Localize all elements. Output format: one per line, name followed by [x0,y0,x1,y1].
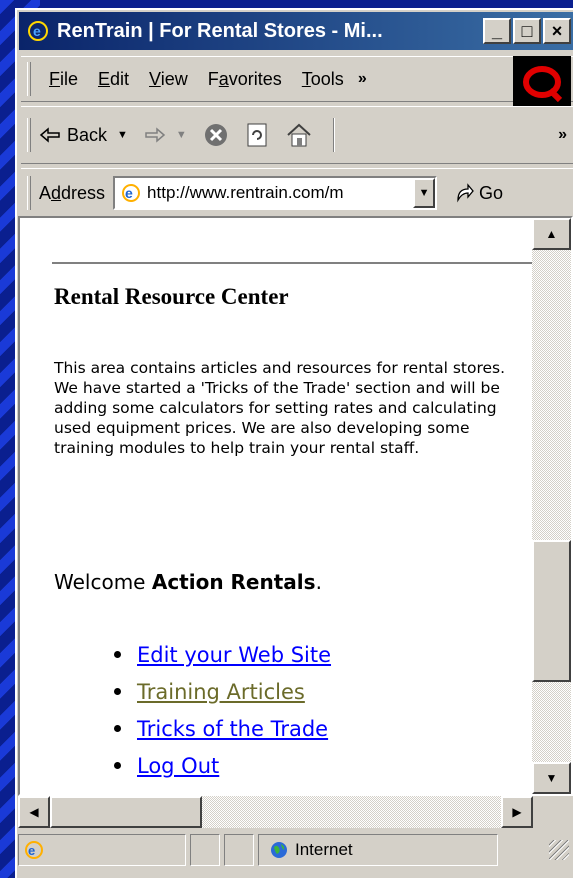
status-zone-cell: Internet [258,834,498,866]
arrow-down-icon: ▼ [545,771,558,785]
svg-text:e: e [33,23,41,39]
refresh-icon [247,123,267,147]
vertical-scrollbar[interactable]: ▲ ▼ [532,218,571,794]
internet-globe-icon [271,842,287,858]
svg-text:e: e [28,843,35,858]
store-name: Action Rentals [151,570,316,594]
welcome-message: Welcome Action Rentals. [54,570,322,594]
menu-bar: File Edit View Favorites Tools » [21,56,573,102]
go-arrow-icon [457,183,474,203]
edit-website-link[interactable]: Edit your Web Site [137,643,331,667]
page-title: Rental Resource Center [54,284,289,309]
menu-view[interactable]: View [139,69,198,90]
status-secure-cell [224,834,254,866]
list-item: Tricks of the Trade [114,710,331,747]
menu-file[interactable]: File [39,69,88,90]
close-button[interactable]: × [543,18,571,44]
minimize-button[interactable]: _ [483,18,511,44]
home-icon [287,123,311,147]
bullet-icon [114,651,121,658]
address-dropdown-icon[interactable]: ▼ [413,178,436,208]
list-item: Training Articles [114,673,331,710]
addressbar-grip[interactable] [27,176,31,210]
menu-favorites[interactable]: Favorites [198,69,292,90]
scroll-up-button[interactable]: ▲ [532,218,571,250]
forward-button[interactable]: ▼ [144,127,187,143]
menubar-grip[interactable] [27,62,31,96]
nav-link-list: Edit your Web Site Training Articles Tri… [114,636,331,784]
menu-overflow-chevron-icon[interactable]: » [358,70,367,88]
page-status-ie-icon: e [25,841,43,859]
svg-text:e: e [125,185,133,201]
back-arrow-icon [39,127,60,143]
go-button[interactable]: Go [455,183,503,204]
address-bar: Address e http://www.rentrain.com/m ▼ Go [21,168,573,218]
maximize-icon: □ [521,21,533,41]
standard-toolbar: Back ▼ ▼ » [21,106,573,164]
status-progress-cell [190,834,220,866]
ie-logo-icon: e [25,18,51,44]
horizontal-rule [52,262,532,264]
training-articles-link[interactable]: Training Articles [137,680,305,704]
minimize-icon: _ [491,21,502,41]
page-ie-icon: e [119,181,144,205]
forward-arrow-icon [145,127,166,143]
arrow-left-icon: ◀ [29,805,39,819]
web-page: Rental Resource Center This area contain… [20,218,532,794]
status-text-cell: e [18,834,186,866]
status-bar: e Internet [18,830,573,870]
vertical-scroll-thumb[interactable] [532,540,571,682]
horizontal-scrollbar[interactable]: ◀ ▶ [18,796,533,828]
address-field[interactable]: e http://www.rentrain.com/m ▼ [113,176,438,210]
content-viewport: Rental Resource Center This area contain… [18,216,573,796]
brand-logo-icon [513,56,571,108]
list-item: Log Out [114,747,331,784]
back-button[interactable]: Back ▼ [39,125,128,146]
menu-edit[interactable]: Edit [88,69,139,90]
maximize-button[interactable]: □ [513,18,541,44]
toolbar-overflow-chevron-icon[interactable]: » [558,126,567,144]
stop-icon [204,124,227,146]
window-title: RenTrain | For Rental Stores - Mi... [57,19,383,42]
arrow-right-icon: ▶ [512,805,522,819]
security-zone-label: Internet [295,840,353,859]
stop-button[interactable] [203,122,229,148]
horizontal-scroll-thumb[interactable] [50,796,202,828]
toolbar-separator [332,118,335,152]
resize-grip-icon[interactable] [549,840,569,860]
refresh-button[interactable] [245,122,269,148]
arrow-up-icon: ▲ [545,227,558,241]
go-label: Go [479,182,504,203]
scroll-left-button[interactable]: ◀ [18,796,50,828]
toolbar-grip[interactable] [27,118,31,152]
bullet-icon [114,725,121,732]
home-button[interactable] [285,122,313,148]
menu-tools[interactable]: Tools [292,69,354,90]
scroll-down-button[interactable]: ▼ [532,762,571,794]
scrollbar-corner [533,796,573,828]
forward-dropdown-icon[interactable]: ▼ [176,129,187,141]
log-out-link[interactable]: Log Out [137,754,219,778]
address-label: Address [39,182,106,203]
bullet-icon [114,688,121,695]
scroll-right-button[interactable]: ▶ [501,796,533,828]
back-dropdown-icon[interactable]: ▼ [117,129,128,141]
close-icon: × [551,21,563,41]
page-description: This area contains articles and resource… [54,359,506,457]
tricks-of-the-trade-link[interactable]: Tricks of the Trade [137,717,328,741]
address-url[interactable]: http://www.rentrain.com/m [147,183,413,203]
back-label: Back [67,124,108,145]
list-item: Edit your Web Site [114,636,331,673]
bullet-icon [114,762,121,769]
title-bar[interactable]: e RenTrain | For Rental Stores - Mi... _… [19,12,573,50]
